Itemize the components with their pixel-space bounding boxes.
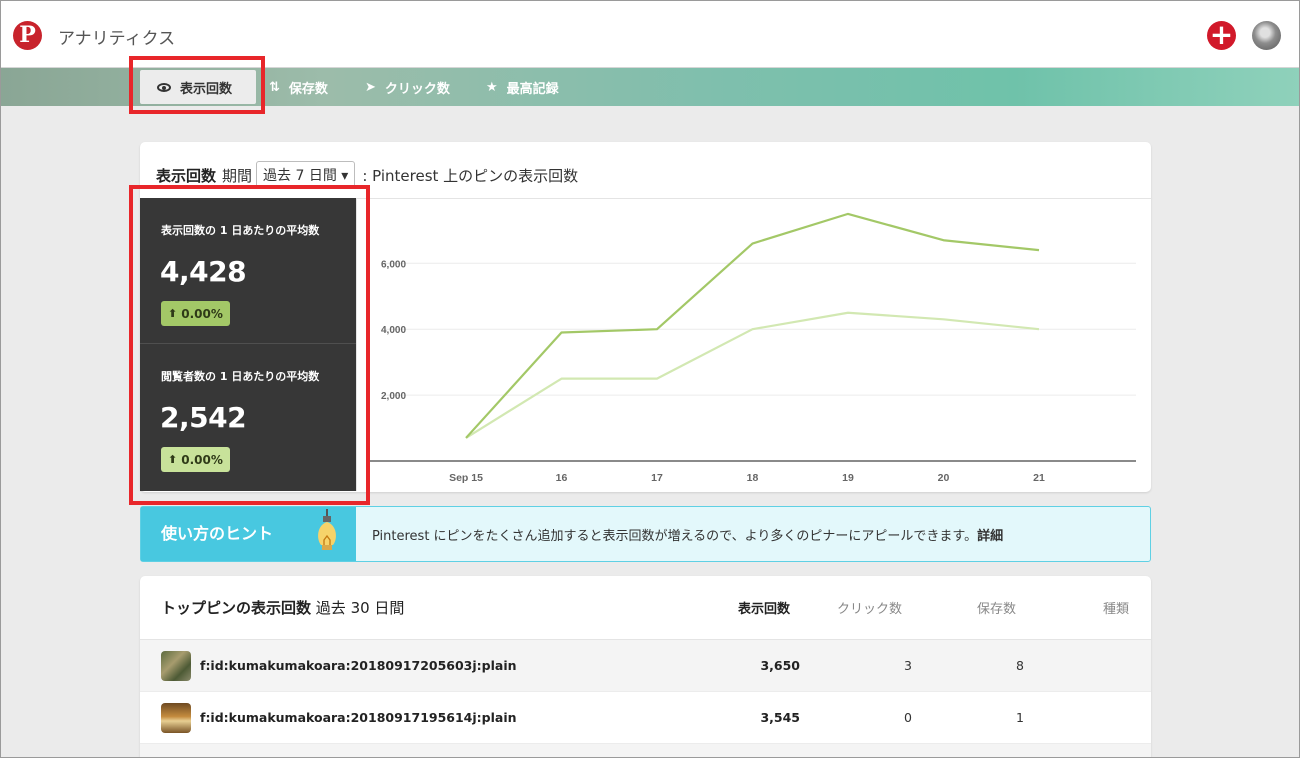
table-period: 過去 30 日間 (315, 599, 405, 617)
tab-clicks[interactable]: ➤ クリック数 (365, 68, 450, 106)
x-tick-label: 16 (556, 472, 568, 484)
series-line (465, 311, 1040, 439)
app-window: P アナリティクス + ⇅ 保存数 ➤ クリック数 ★ 最高記録 表示回数 表示… (0, 0, 1300, 758)
highlight-box (129, 56, 265, 114)
column-header-saves[interactable]: 保存数 (977, 598, 1016, 617)
y-tick-label: 4,000 (381, 325, 406, 336)
saves-value: 8 (1016, 658, 1024, 673)
page-title: アナリティクス (58, 29, 176, 49)
saves-value: 1 (1016, 710, 1024, 725)
x-tick-label: 18 (747, 472, 759, 484)
pin-thumbnail[interactable] (161, 703, 191, 733)
x-tick-label: 17 (651, 472, 663, 484)
tab-label: 保存数 (288, 81, 328, 97)
x-tick-label: 19 (842, 472, 854, 484)
pinterest-logo[interactable]: P (13, 21, 42, 50)
clicks-value: 0 (904, 710, 912, 725)
star-icon: ★ (486, 79, 498, 95)
series-line (465, 212, 1040, 439)
save-icon: ⇅ (269, 79, 280, 95)
table-row[interactable]: f:id:kumakumakoara:20180917205603j:plain… (140, 639, 1151, 691)
table-title: トップピンの表示回数 (161, 599, 312, 617)
period-label: 期間 (222, 166, 253, 185)
top-pins-card: トップピンの表示回数 過去 30 日間 表示回数 クリック数 保存数 種類 f:… (140, 576, 1151, 757)
column-header-type[interactable]: 種類 (1103, 598, 1129, 617)
tips-message: Pinterest にピンをたくさん追加すると表示回数が増えるので、より多くのピ… (372, 529, 978, 544)
table-row[interactable] (140, 743, 1151, 757)
clicks-value: 3 (904, 658, 912, 673)
tab-label: 最高記録 (506, 81, 559, 97)
tips-text: Pinterest にピンをたくさん追加すると表示回数が増えるので、より多くのピ… (372, 525, 1003, 544)
top-pins-title: トップピンの表示回数 過去 30 日間 (161, 597, 404, 618)
avatar[interactable] (1252, 21, 1281, 50)
y-tick-label: 2,000 (381, 391, 406, 402)
cursor-icon: ➤ (365, 79, 376, 95)
pin-thumbnail[interactable] (161, 651, 191, 681)
tab-saves[interactable]: ⇅ 保存数 (269, 68, 328, 106)
column-header-impressions[interactable]: 表示回数 (738, 598, 790, 617)
table-row[interactable]: f:id:kumakumakoara:20180917195614j:plain… (140, 691, 1151, 743)
pin-name[interactable]: f:id:kumakumakoara:20180917195614j:plain (200, 710, 517, 725)
highlight-box (129, 185, 370, 505)
impressions-value: 3,545 (760, 710, 800, 725)
tab-label: クリック数 (384, 81, 450, 97)
column-header-clicks[interactable]: クリック数 (837, 598, 902, 617)
card-description: : Pinterest 上のピンの表示回数 (362, 166, 579, 185)
tips-bar: 使い方のヒント Pinterest にピンをたくさん追加すると表示回数が増えるの… (140, 506, 1151, 562)
pin-name[interactable]: f:id:kumakumakoara:20180917205603j:plain (200, 658, 517, 673)
impressions-value: 3,650 (760, 658, 800, 673)
x-tick-label: 20 (938, 472, 950, 484)
lightbulb-icon (318, 509, 336, 550)
x-tick-label: 21 (1033, 472, 1045, 484)
add-button[interactable]: + (1207, 21, 1236, 50)
tab-top-records[interactable]: ★ 最高記録 (486, 68, 559, 106)
x-tick-label: Sep 15 (449, 472, 483, 484)
impressions-line-chart: 2,000 4,000 6,000 Sep 15 16 17 18 19 20 21 (356, 199, 1136, 491)
more-link[interactable]: 詳細 (977, 529, 1003, 544)
y-tick-label: 6,000 (381, 259, 406, 270)
card-title: 表示回数 (156, 166, 217, 185)
